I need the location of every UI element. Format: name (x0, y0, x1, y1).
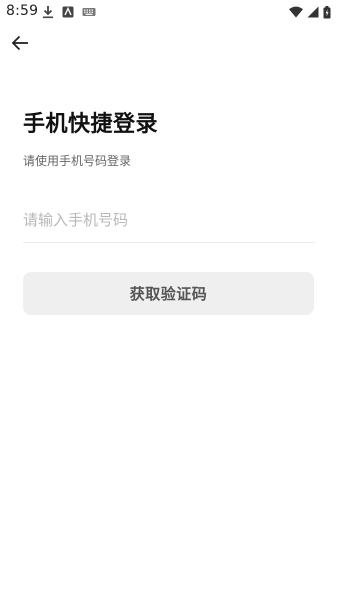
app-notification-icon (62, 6, 74, 18)
input-divider (23, 242, 315, 243)
status-left-icons (42, 4, 96, 20)
status-time: 8:59 (6, 3, 39, 19)
signal-icon (307, 6, 319, 18)
status-bar: 8:59 (0, 0, 337, 24)
keyboard-icon (82, 7, 96, 17)
arrow-left-icon (11, 35, 29, 51)
battery-icon (323, 5, 331, 19)
page-title: 手机快捷登录 (23, 112, 159, 137)
get-verification-code-button[interactable]: 获取验证码 (23, 272, 314, 315)
wifi-icon (289, 6, 303, 18)
download-icon (42, 5, 54, 19)
status-right-icons (289, 4, 331, 20)
page-subtitle: 请使用手机号码登录 (23, 154, 132, 168)
back-button[interactable] (8, 31, 32, 55)
phone-number-input[interactable] (23, 204, 315, 236)
